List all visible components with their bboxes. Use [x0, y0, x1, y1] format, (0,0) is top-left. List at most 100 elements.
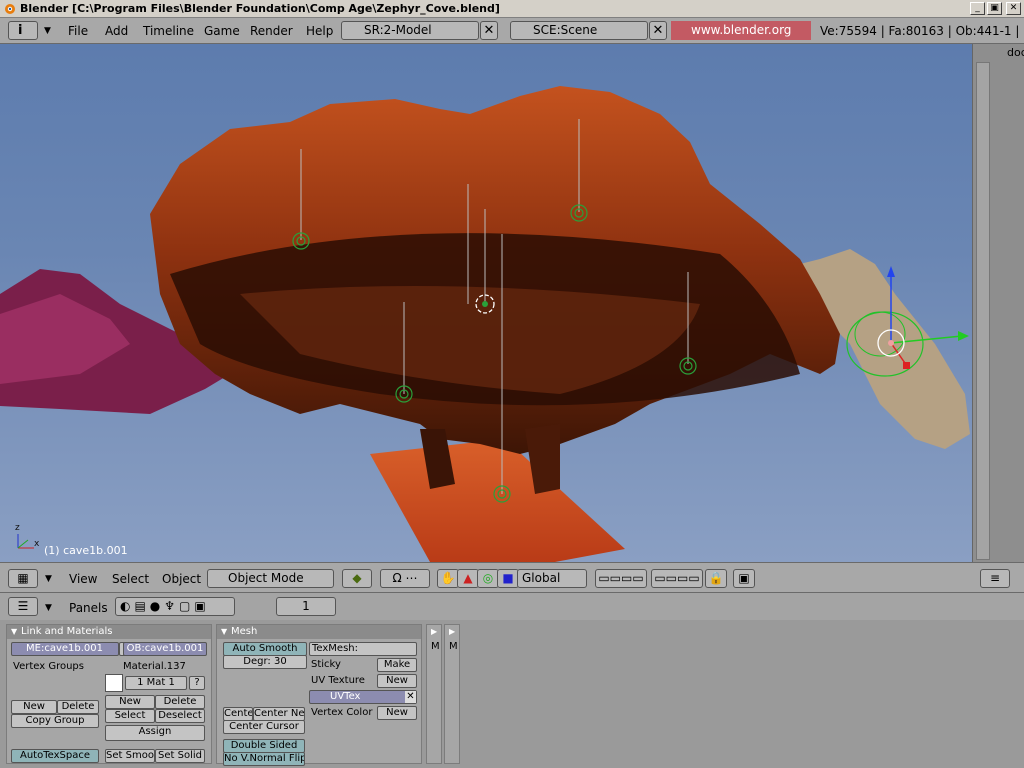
uv-texture-new-button[interactable]: New [377, 674, 417, 688]
panel-expand-icon: ▶ [449, 627, 456, 636]
panels-menu[interactable]: Panels [69, 601, 108, 615]
auto-tex-space-toggle[interactable]: AutoTexSpace [11, 749, 99, 763]
collapsed-panel-label: M [431, 641, 440, 652]
layers-row-2[interactable]: ▭▭▭▭ [651, 569, 703, 588]
3d-view-header: ▦ ▼ View Select Object Object Mode ◆ Ω ⋯… [0, 562, 972, 592]
panel-collapse-icon: ▼ [11, 627, 18, 636]
cube-icon: ◆ [352, 571, 362, 585]
translate-button[interactable]: ▲ [457, 569, 479, 588]
draw-type-button[interactable]: ◆ [342, 569, 372, 588]
render-preview-button[interactable]: ▣ [733, 569, 755, 588]
menu-add[interactable]: Add [105, 24, 128, 38]
uvtex-layer-field[interactable]: UVTex [309, 690, 417, 704]
close-button[interactable]: ✕ [1006, 2, 1021, 15]
collapse-buttons-icon[interactable]: ▼ [45, 603, 52, 613]
scene-selector[interactable]: SCE:Scene [510, 21, 648, 40]
material-color-swatch[interactable] [105, 674, 123, 692]
centre-button[interactable]: Cente [223, 707, 253, 721]
info-window-type-button[interactable]: i [8, 21, 38, 40]
double-sided-toggle[interactable]: Double Sided [223, 739, 305, 753]
menu-select[interactable]: Select [112, 572, 149, 586]
material-help-button[interactable]: ? [189, 676, 205, 690]
centre-new-button[interactable]: Center Ne [253, 707, 305, 721]
vertex-color-new-button[interactable]: New [377, 706, 417, 720]
link-materials-title: Link and Materials [21, 626, 113, 637]
material-new-button[interactable]: New [105, 695, 155, 709]
minimize-button[interactable]: _ [970, 2, 985, 15]
menu-file[interactable]: File [68, 24, 88, 38]
maximize-button[interactable]: ▣ [987, 2, 1002, 15]
3d-viewport[interactable]: x z (1) cave1b.001 [0, 44, 972, 562]
object-name-field[interactable]: OB:cave1b.001 [123, 642, 207, 656]
centre-cursor-button[interactable]: Center Cursor [223, 720, 305, 734]
menu-help[interactable]: Help [306, 24, 333, 38]
screen-selector-label: SR:2-Model [364, 23, 432, 37]
layers-row-1[interactable]: ▭▭▭▭ [595, 569, 647, 588]
auto-smooth-toggle[interactable]: Auto Smooth [223, 642, 307, 656]
material-select-button[interactable]: Select [105, 709, 155, 723]
menu-object[interactable]: Object [162, 572, 201, 586]
collapsed-panel-2[interactable]: ▶ M [444, 624, 460, 764]
frame-value: 1 [302, 599, 310, 613]
no-vnormal-flip-toggle[interactable]: No V.Normal Flip [223, 752, 305, 766]
material-delete-button[interactable]: Delete [155, 695, 205, 709]
menu-view[interactable]: View [69, 572, 97, 586]
manipulator-toggle[interactable]: ✋ [437, 569, 459, 588]
remove-uvtex-icon[interactable]: ✕ [405, 691, 416, 703]
set-smooth-button[interactable]: Set Smoo [105, 749, 155, 763]
blender-org-link[interactable]: www.blender.org 245 [671, 21, 811, 56]
texmesh-field[interactable]: TexMesh: [309, 642, 417, 656]
material-deselect-button[interactable]: Deselect [155, 709, 205, 723]
smooth-degree-field[interactable]: Degr: 30 [223, 655, 307, 669]
square-icon: ■ [502, 571, 514, 585]
hand-icon: ✋ [440, 571, 456, 585]
right-editor-type-button[interactable]: ≡ [980, 569, 1010, 588]
mesh-header[interactable]: ▼ Mesh [217, 625, 421, 639]
right-window-label: doc [1007, 46, 1024, 59]
sticky-make-button[interactable]: Make [377, 658, 417, 672]
menu-game[interactable]: Game [204, 24, 240, 38]
collapse-menu-icon[interactable]: ▼ [44, 26, 51, 36]
material-name-label: Material.137 [123, 661, 186, 672]
vertex-group-new-button[interactable]: New [11, 700, 57, 714]
image-icon: ▣ [738, 571, 750, 585]
scale-button[interactable]: ■ [497, 569, 519, 588]
mesh-name-field[interactable]: ME:cave1b.001 [11, 642, 119, 656]
scene-stats: Ve:75594 | Fa:80163 | Ob:441-1 | L [820, 24, 1024, 38]
menu-timeline[interactable]: Timeline [143, 24, 194, 38]
orientation-selector[interactable]: Global [517, 569, 587, 588]
material-index-field[interactable]: 1 Mat 1 [125, 676, 187, 690]
layer-grid-icon: ▭▭▭▭ [654, 571, 700, 585]
buttons-editor-type[interactable]: ☰ [8, 597, 38, 616]
vertex-group-delete-button[interactable]: Delete [57, 700, 99, 714]
material-assign-button[interactable]: Assign [105, 725, 205, 741]
scene-render [0, 86, 970, 562]
set-solid-button[interactable]: Set Solid [155, 749, 205, 763]
delete-scene-button[interactable]: ✕ [649, 21, 667, 40]
pivot-button[interactable]: Ω ⋯ [380, 569, 430, 588]
right-window-header: ≡ [972, 562, 1024, 592]
menu-render[interactable]: Render [250, 24, 293, 38]
triangle-icon: ▲ [463, 571, 473, 585]
collapsed-panel-1[interactable]: ▶ M [426, 624, 442, 764]
lock-layers-button[interactable]: 🔒 [705, 569, 727, 588]
context-buttons[interactable]: ◐▤●♆▢▣ [115, 597, 235, 616]
active-object-label: (1) cave1b.001 [44, 544, 128, 557]
window-titlebar: Blender [C:\Program Files\Blender Founda… [0, 0, 1024, 18]
editor-type-button[interactable]: ▦ [8, 569, 38, 588]
right-scrollbar[interactable] [976, 62, 990, 560]
link-materials-header[interactable]: ▼ Link and Materials [7, 625, 211, 639]
delete-screen-button[interactable]: ✕ [480, 21, 498, 40]
rotate-button[interactable]: ◎ [477, 569, 499, 588]
mode-selector[interactable]: Object Mode [207, 569, 334, 588]
orientation-label: Global [522, 571, 561, 585]
screen-selector[interactable]: SR:2-Model [341, 21, 479, 40]
collapse-header-icon[interactable]: ▼ [45, 574, 52, 584]
frame-field[interactable]: 1 [276, 597, 336, 616]
mesh-title: Mesh [231, 626, 258, 637]
sticky-label: Sticky [311, 659, 341, 670]
copy-group-button[interactable]: Copy Group [11, 714, 99, 728]
list-icon: ≡ [989, 571, 1001, 585]
list-icon: ☰ [17, 599, 29, 613]
axis-x-label: x [34, 539, 40, 549]
